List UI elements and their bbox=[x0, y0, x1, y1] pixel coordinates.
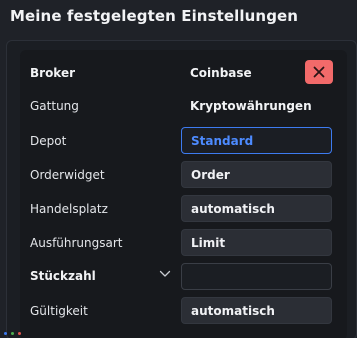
handelsplatz-select[interactable]: automatisch bbox=[181, 195, 332, 222]
gattung-value: Kryptowährungen bbox=[190, 99, 312, 113]
stueckzahl-input[interactable] bbox=[181, 263, 332, 290]
broker-label: Broker bbox=[30, 66, 76, 80]
depot-select[interactable]: Standard bbox=[181, 127, 332, 154]
page-title: Meine festgelegten Einstellungen bbox=[10, 7, 299, 25]
broker-value: Coinbase bbox=[190, 66, 252, 80]
orderwidget-label: Orderwidget bbox=[30, 168, 105, 182]
chevron-down-icon[interactable] bbox=[159, 270, 171, 278]
status-dots bbox=[4, 332, 21, 335]
ausfuehrungsart-label: Ausführungsart bbox=[30, 236, 123, 250]
stueckzahl-label: Stückzahl bbox=[30, 269, 96, 283]
status-dot bbox=[4, 332, 7, 335]
depot-label: Depot bbox=[30, 134, 67, 148]
remove-settings-button[interactable] bbox=[305, 60, 333, 84]
gueltigkeit-select[interactable]: automatisch bbox=[181, 297, 332, 324]
settings-card: Broker Coinbase Gattung Kryptowährungen … bbox=[20, 50, 347, 338]
ausfuehrungsart-select[interactable]: Limit bbox=[181, 229, 332, 256]
gattung-label: Gattung bbox=[30, 99, 79, 113]
status-dot bbox=[18, 332, 21, 335]
orderwidget-select[interactable]: Order bbox=[181, 161, 332, 188]
handelsplatz-label: Handelsplatz bbox=[30, 202, 108, 216]
close-icon bbox=[313, 66, 325, 78]
settings-panel: Broker Coinbase Gattung Kryptowährungen … bbox=[6, 40, 357, 338]
gueltigkeit-label: Gültigkeit bbox=[30, 304, 88, 318]
settings-page: Meine festgelegten Einstellungen Broker … bbox=[0, 0, 357, 338]
status-dot bbox=[11, 332, 14, 335]
